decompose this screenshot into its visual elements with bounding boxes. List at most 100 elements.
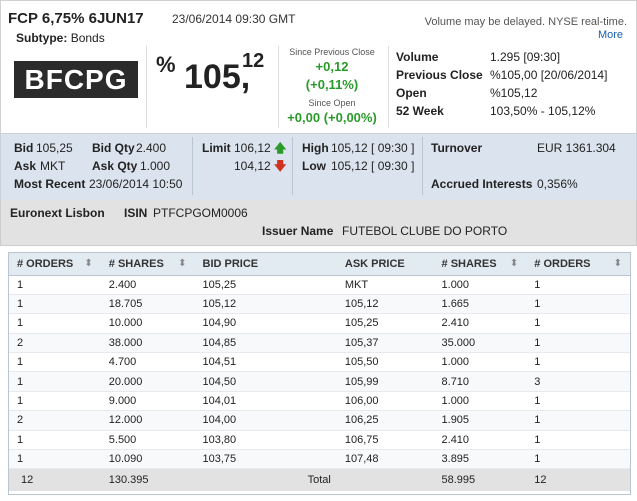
percent-sign: % <box>156 52 176 77</box>
bid-shares-cell: 38.000 <box>100 333 195 354</box>
bid-price-cell: 105,25 <box>194 275 337 295</box>
ask-label: Ask <box>14 159 37 173</box>
total-bid-shares: 130.395 <box>100 468 195 491</box>
bid-orders-cell: 1 <box>9 294 101 315</box>
bid-shares-cell: 4.700 <box>100 352 195 373</box>
issuer-name-label: Issuer Name <box>262 224 334 238</box>
ask-shares-cell: 3.895 <box>433 449 527 470</box>
ask-shares-cell: 1.000 <box>433 352 527 373</box>
bid-shares-cell: 18.705 <box>100 294 195 315</box>
prev-close-label: Previous Close <box>396 68 483 82</box>
bid-price-cell: 104,50 <box>194 371 337 392</box>
ask-value: MKT <box>40 159 66 173</box>
divider <box>422 137 423 195</box>
bid-price-cell: 105,12 <box>194 294 337 315</box>
bid-shares-cell: 20.000 <box>100 371 195 392</box>
ask-shares-cell: 8.710 <box>433 371 527 392</box>
col-ask-orders-label: # ORDERS <box>534 257 591 270</box>
last-price-decimals: 12 <box>242 50 265 72</box>
col-bid-orders-label: # ORDERS <box>17 257 74 270</box>
bid-orders-cell: 1 <box>9 313 101 334</box>
most-recent-value: 23/06/2014 10:50 <box>89 177 183 191</box>
col-ask-shares-label: # SHARES <box>441 257 497 270</box>
ask-price-cell: 105,25 <box>336 313 434 334</box>
table-row: 1 5.500 103,80 106,75 2.410 1 <box>9 430 630 451</box>
ask-price-cell: 105,37 <box>336 333 434 354</box>
col-bid-price[interactable]: BID PRICE <box>194 253 337 276</box>
sort-icon[interactable]: ⬍ <box>178 258 186 269</box>
ask-price-cell: 105,99 <box>336 371 434 392</box>
col-ask-price[interactable]: ASK PRICE <box>336 253 434 276</box>
divider <box>146 46 147 128</box>
bid-qty-label: Bid Qty <box>92 141 135 155</box>
turnover-value: EUR 1361.304 <box>537 141 616 155</box>
high-value: 105,12 [ 09:30 ] <box>331 141 415 155</box>
bid-shares-cell: 10.000 <box>100 313 195 334</box>
sort-icon[interactable]: ⬍ <box>614 258 622 269</box>
last-price: % 105, 12 <box>150 46 270 104</box>
ask-price-cell: 107,48 <box>336 449 434 470</box>
bid-shares-cell: 12.000 <box>100 410 195 431</box>
week52-label: 52 Week <box>396 104 444 118</box>
subtype-label: Subtype: <box>16 31 68 45</box>
ask-shares-cell: 35.000 <box>433 333 527 354</box>
bid-price-cell: 104,51 <box>194 352 337 373</box>
limit-up-value: 106,12 <box>234 141 271 155</box>
ask-price-cell: 106,75 <box>336 430 434 451</box>
open-value: %105,12 <box>490 86 538 100</box>
isin-value: PTFCPGOM0006 <box>153 206 248 220</box>
col-bid-shares[interactable]: # SHARES ⬍ <box>100 253 195 276</box>
sort-icon[interactable]: ⬍ <box>84 258 92 269</box>
divider <box>292 137 293 195</box>
col-bid-orders[interactable]: # ORDERS ⬍ <box>9 253 101 276</box>
ask-orders-cell: 1 <box>526 294 630 315</box>
high-label: High <box>302 141 329 155</box>
col-ask-shares[interactable]: # SHARES ⬍ <box>433 253 527 276</box>
ask-orders-cell: 1 <box>526 333 630 354</box>
col-ask-orders[interactable]: # ORDERS ⬍ <box>526 253 630 276</box>
table-row: 1 2.400 105,25 MKT 1.000 1 <box>9 275 630 295</box>
ask-orders-cell: 1 <box>526 410 630 431</box>
low-label: Low <box>302 159 326 173</box>
ask-price-cell: 105,12 <box>336 294 434 315</box>
turnover-label: Turnover <box>431 141 483 155</box>
bid-price-cell: 104,00 <box>194 410 337 431</box>
order-book-header-row: # ORDERS ⬍ # SHARES ⬍ BID PRICE ASK PRICE … <box>9 253 630 276</box>
ask-orders-cell: 1 <box>526 430 630 451</box>
bid-price-cell: 104,85 <box>194 333 337 354</box>
order-book-table: # ORDERS ⬍ # SHARES ⬍ BID PRICE ASK PRICE … <box>9 253 630 491</box>
most-recent-label: Most Recent <box>14 177 86 191</box>
bid-label: Bid <box>14 141 34 155</box>
isin-label: ISIN <box>124 206 148 220</box>
since-prev-close-label: Since Previous Close <box>289 47 375 57</box>
sort-icon[interactable]: ⬍ <box>510 258 518 269</box>
total-bid-orders: 12 <box>9 468 101 491</box>
ask-orders-cell: 1 <box>526 313 630 334</box>
table-row: 1 9.000 104,01 106,00 1.000 1 <box>9 391 630 412</box>
bid-price-cell: 103,75 <box>194 449 337 470</box>
total-ask-shares: 58.995 <box>433 468 527 491</box>
table-row: 1 4.700 104,51 105,50 1.000 1 <box>9 352 630 373</box>
ask-orders-cell: 1 <box>526 275 630 295</box>
divider <box>388 46 389 128</box>
quote-datetime: 23/06/2014 09:30 GMT <box>172 12 296 26</box>
ask-orders-cell: 1 <box>526 352 630 373</box>
bid-shares-cell: 5.500 <box>100 430 195 451</box>
bid-orders-cell: 1 <box>9 275 101 295</box>
table-row: 2 38.000 104,85 105,37 35.000 1 <box>9 333 630 354</box>
ask-price-cell: MKT <box>336 275 434 295</box>
since-open-label: Since Open <box>308 98 356 108</box>
total-ask-orders: 12 <box>526 468 630 491</box>
table-row: 1 10.000 104,90 105,25 2.410 1 <box>9 313 630 334</box>
col-bid-shares-label: # SHARES <box>108 257 164 270</box>
more-link[interactable]: More <box>598 29 623 41</box>
bid-shares-cell: 2.400 <box>100 275 195 295</box>
ask-shares-cell: 1.665 <box>433 294 527 315</box>
ask-orders-cell: 3 <box>526 371 630 392</box>
market-name: Euronext Lisbon <box>10 206 105 220</box>
bid-orders-cell: 1 <box>9 391 101 412</box>
ask-price-cell: 106,25 <box>336 410 434 431</box>
bid-price-cell: 103,80 <box>194 430 337 451</box>
prev-close-value: %105,00 [20/06/2014] <box>490 68 608 82</box>
bid-value: 105,25 <box>36 141 73 155</box>
